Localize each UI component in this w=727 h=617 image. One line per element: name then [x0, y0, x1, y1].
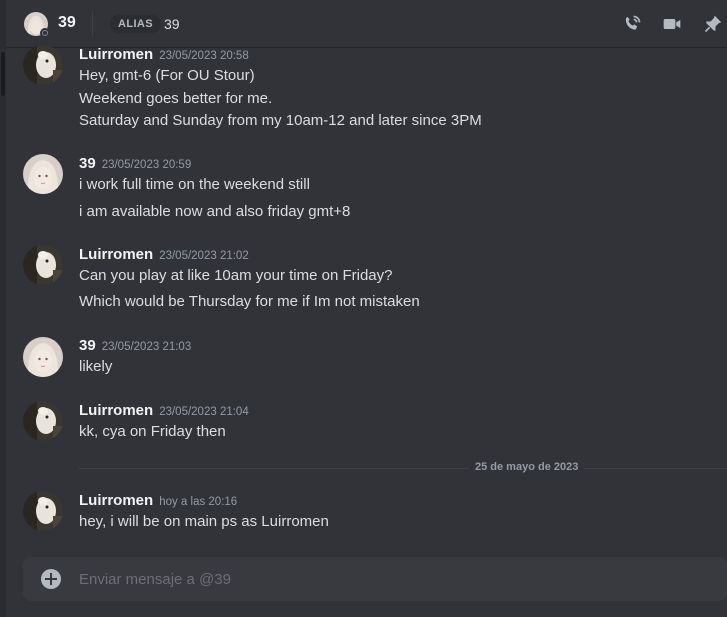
- author-name[interactable]: Luirromen: [79, 492, 153, 509]
- author-name[interactable]: 39: [79, 337, 96, 354]
- message-header: Luirromen 23/05/2023 20:58: [79, 46, 249, 64]
- scrollbar-thumb[interactable]: [1, 52, 5, 96]
- date-divider-label: 25 de mayo de 2023: [469, 461, 585, 473]
- message-header: Luirromen 23/05/2023 21:04: [79, 402, 249, 420]
- timestamp: 23/05/2023 21:03: [101, 341, 192, 353]
- alias-value: 39: [164, 16, 180, 32]
- author-name[interactable]: Luirromen: [79, 402, 153, 419]
- channel-header: 39 ALIAS 39: [6, 0, 727, 48]
- header-divider: [92, 12, 93, 36]
- avatar[interactable]: [23, 401, 63, 441]
- status-offline-icon: [40, 28, 50, 38]
- timestamp: 23/05/2023 21:04: [159, 406, 249, 418]
- add-attachment-icon[interactable]: [41, 569, 61, 589]
- alias-badge: ALIAS: [110, 15, 161, 33]
- message-header: Luirromen 23/05/2023 21:02: [79, 246, 249, 264]
- message-text: i work full time on the weekend still: [79, 176, 310, 193]
- message-text: Weekend goes better for me.: [79, 90, 273, 107]
- timestamp: 23/05/2023 20:59: [101, 159, 192, 171]
- video-icon[interactable]: [661, 14, 683, 34]
- message-text: likely: [79, 358, 113, 375]
- message-text: i am available now and also friday gmt+8: [79, 203, 351, 220]
- avatar[interactable]: [23, 491, 63, 531]
- author-name[interactable]: Luirromen: [79, 246, 153, 263]
- message-header: Luirromen hoy a las 20:16: [79, 492, 237, 510]
- message-input[interactable]: [79, 557, 699, 601]
- message-text: Hey, gmt-6 (For OU Stour): [79, 67, 255, 84]
- message-text: Can you play at like 10am your time on F…: [79, 267, 393, 284]
- message-text: kk, cya on Friday then: [79, 423, 226, 440]
- message-header: 39 23/05/2023 20:59: [79, 155, 191, 173]
- author-name[interactable]: 39: [79, 155, 96, 172]
- author-name[interactable]: Luirromen: [79, 46, 153, 63]
- message-composer: [23, 557, 727, 601]
- call-icon[interactable]: [621, 14, 643, 34]
- message-text: hey, i will be on main ps as Luirromen: [79, 513, 329, 530]
- avatar[interactable]: [23, 337, 63, 377]
- avatar[interactable]: [23, 154, 63, 194]
- page-title: 39: [58, 14, 76, 31]
- date-divider: 25 de mayo de 2023: [79, 461, 727, 473]
- avatar[interactable]: [23, 45, 63, 85]
- message-header: 39 23/05/2023 21:03: [79, 337, 191, 355]
- left-scrollbar[interactable]: [0, 0, 6, 617]
- message-text: Which would be Thursday for me if Im not…: [79, 293, 420, 310]
- timestamp: 23/05/2023 20:58: [159, 50, 249, 62]
- timestamp: 23/05/2023 21:02: [159, 250, 249, 262]
- message-text: Saturday and Sunday from my 10am-12 and …: [79, 112, 482, 129]
- avatar[interactable]: [23, 245, 63, 285]
- pin-icon[interactable]: [702, 14, 724, 34]
- timestamp: hoy a las 20:16: [159, 496, 238, 508]
